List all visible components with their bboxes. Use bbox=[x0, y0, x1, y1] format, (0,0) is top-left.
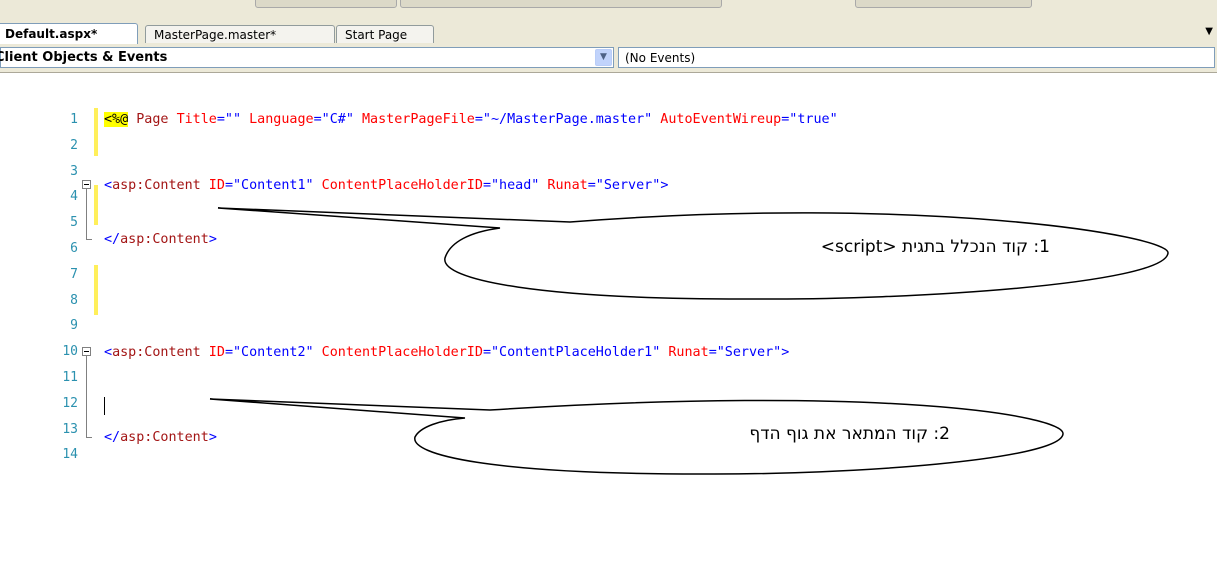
code-token: </ bbox=[104, 232, 121, 247]
code-token: asp:Content bbox=[112, 345, 201, 360]
line-number: 10 bbox=[62, 344, 78, 360]
code-token: asp:Content bbox=[120, 232, 209, 247]
code-token: ID bbox=[200, 178, 225, 193]
toolbar-button[interactable] bbox=[255, 0, 397, 8]
line-number: 11 bbox=[62, 370, 78, 385]
code-token: asp:Content bbox=[112, 178, 201, 193]
code-line-1[interactable]: <%@ Page Title="" Language="C#" MasterPa… bbox=[104, 110, 838, 130]
code-token: ="head" bbox=[482, 178, 540, 193]
code-token: ID bbox=[200, 345, 225, 360]
code-token: ="" bbox=[216, 112, 242, 127]
line-number: 1 bbox=[70, 112, 78, 127]
code-token: </ bbox=[104, 430, 121, 445]
line-number: 8 bbox=[70, 292, 78, 308]
code-editor[interactable]: 1 2 3 4 5 6 7 8 9 10 11 12 13 14 bbox=[0, 73, 1217, 561]
chevron-down-icon[interactable]: ▼ bbox=[1205, 26, 1213, 37]
code-token: < bbox=[104, 345, 113, 360]
fold-end-marker bbox=[86, 437, 92, 438]
fold-guide-line bbox=[86, 356, 87, 437]
line-number: 4 bbox=[70, 189, 78, 205]
line-number: 6 bbox=[70, 241, 78, 256]
events-dropdown[interactable]: (No Events) bbox=[618, 47, 1215, 68]
code-token: AutoEventWireup bbox=[652, 112, 782, 127]
navigation-bar: Client Objects & Events ▼ (No Events) bbox=[0, 44, 1217, 73]
code-token: ="C#" bbox=[313, 112, 354, 127]
line-number: 14 bbox=[62, 447, 78, 463]
code-token: < bbox=[104, 178, 113, 193]
callout-2-text: 2: קוד המתאר את גוף הדף bbox=[749, 424, 950, 444]
code-token: > bbox=[781, 345, 790, 360]
code-token: ="Server" bbox=[587, 178, 661, 193]
code-token: Runat bbox=[660, 345, 709, 360]
client-objects-value: Client Objects & Events bbox=[0, 50, 168, 65]
toolbar-button[interactable] bbox=[400, 0, 722, 8]
document-tab-bar: Default.aspx* MasterPage.master* Start P… bbox=[0, 22, 1217, 45]
code-token: asp:Content bbox=[120, 430, 209, 445]
events-value: (No Events) bbox=[625, 51, 696, 65]
tab-masterpage-master[interactable]: MasterPage.master* bbox=[145, 25, 335, 43]
line-number: 5 bbox=[70, 215, 78, 231]
text-caret bbox=[104, 397, 105, 415]
fold-guide-line bbox=[86, 189, 87, 239]
line-number: 12 bbox=[62, 395, 78, 411]
code-token: > bbox=[208, 430, 217, 445]
line-number: 9 bbox=[70, 318, 78, 334]
code-line-9[interactable]: <asp:Content ID="Content2" ContentPlaceH… bbox=[104, 343, 789, 363]
code-token: > bbox=[660, 178, 669, 193]
code-token: Runat bbox=[539, 178, 588, 193]
code-token: > bbox=[208, 232, 217, 247]
code-token: ContentPlaceHolderID bbox=[313, 178, 483, 193]
tab-start-page[interactable]: Start Page bbox=[336, 25, 434, 43]
code-token: ="Content2" bbox=[224, 345, 314, 360]
code-token: ="Server" bbox=[708, 345, 782, 360]
code-line-3[interactable]: <asp:Content ID="Content1" ContentPlaceH… bbox=[104, 176, 668, 196]
chevron-down-icon[interactable]: ▼ bbox=[595, 49, 612, 66]
callout-1-text: 1: קוד הנכלל בתגית <script> bbox=[820, 237, 1050, 257]
fold-end-marker bbox=[86, 239, 92, 240]
change-marker bbox=[94, 185, 98, 225]
collapse-icon[interactable] bbox=[82, 347, 91, 356]
tab-label: MasterPage.master* bbox=[154, 28, 277, 42]
tab-label: Start Page bbox=[345, 28, 408, 42]
line-number: 3 bbox=[70, 163, 78, 179]
line-number: 13 bbox=[62, 421, 78, 437]
code-token: Title bbox=[176, 112, 217, 127]
client-objects-dropdown[interactable]: Client Objects & Events ▼ bbox=[0, 47, 614, 68]
code-token: ="~/MasterPage.master" bbox=[474, 112, 653, 127]
code-token: ="ContentPlaceHolder1" bbox=[482, 345, 661, 360]
tab-default-aspx[interactable]: Default.aspx* bbox=[0, 23, 138, 44]
code-line-12[interactable]: </asp:Content> bbox=[104, 428, 217, 448]
window-top-strip bbox=[0, 0, 1217, 22]
change-marker bbox=[94, 108, 98, 156]
line-number: 7 bbox=[70, 266, 78, 282]
code-token: Language bbox=[241, 112, 314, 127]
code-token: ContentPlaceHolderID bbox=[313, 345, 483, 360]
code-token: Page bbox=[128, 112, 177, 127]
code-token: ="true" bbox=[781, 112, 838, 127]
collapse-icon[interactable] bbox=[82, 180, 91, 189]
directive-marker: <%@ bbox=[104, 112, 129, 127]
line-number: 2 bbox=[70, 137, 78, 153]
code-token: MasterPageFile bbox=[353, 112, 475, 127]
change-marker bbox=[94, 265, 98, 315]
toolbar-button[interactable] bbox=[855, 0, 1032, 8]
code-token: ="Content1" bbox=[224, 178, 314, 193]
tab-label: Default.aspx* bbox=[5, 27, 98, 41]
code-line-5[interactable]: </asp:Content> bbox=[104, 230, 217, 250]
